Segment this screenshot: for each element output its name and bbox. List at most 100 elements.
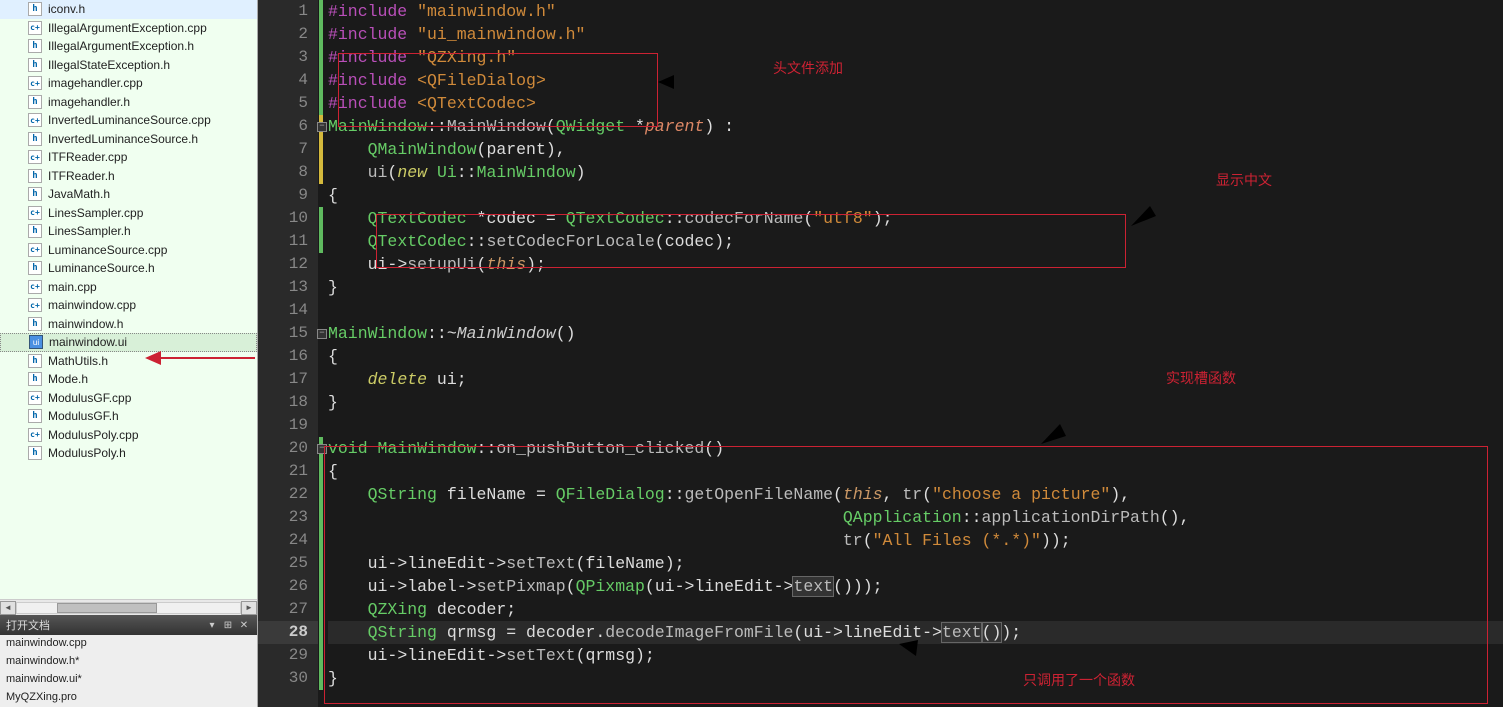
code-area[interactable]: #include "mainwindow.h"#include "ui_main…	[328, 0, 1503, 690]
code-line[interactable]: QTextCodec::setCodecForLocale(codec);	[328, 230, 1503, 253]
line-number[interactable]: 14	[258, 299, 318, 322]
code-line[interactable]: QString qrmsg = decoder.decodeImageFromF…	[328, 621, 1503, 644]
file-item-LinesSampler-cpp[interactable]: c+LinesSampler.cpp	[0, 204, 257, 223]
line-number[interactable]: 3	[258, 46, 318, 69]
file-item-iconv-h[interactable]: hiconv.h	[0, 0, 257, 19]
fold-icon[interactable]	[316, 115, 328, 138]
file-item-ModulusGF-h[interactable]: hModulusGF.h	[0, 407, 257, 426]
scroll-left-arrow[interactable]: ◄	[0, 601, 16, 615]
code-line[interactable]: #include "ui_mainwindow.h"	[328, 23, 1503, 46]
line-number[interactable]: 7	[258, 138, 318, 161]
code-line[interactable]: QMainWindow(parent),	[328, 138, 1503, 161]
code-line[interactable]: #include <QTextCodec>	[328, 92, 1503, 115]
line-number[interactable]: 4	[258, 69, 318, 92]
line-number[interactable]: 10	[258, 207, 318, 230]
code-line[interactable]: delete ui;	[328, 368, 1503, 391]
code-line[interactable]: QTextCodec *codec = QTextCodec::codecFor…	[328, 207, 1503, 230]
code-line[interactable]: ui(new Ui::MainWindow)	[328, 161, 1503, 184]
line-number[interactable]: 21	[258, 460, 318, 483]
code-line[interactable]: }	[328, 276, 1503, 299]
scroll-thumb[interactable]	[57, 603, 157, 613]
close-icon[interactable]: ✕	[237, 618, 251, 632]
file-item-imagehandler-cpp[interactable]: c+imagehandler.cpp	[0, 74, 257, 93]
code-line[interactable]: MainWindow::MainWindow(QWidget *parent) …	[328, 115, 1503, 138]
file-item-InvertedLuminanceSource-cpp[interactable]: c+InvertedLuminanceSource.cpp	[0, 111, 257, 130]
file-item-mainwindow-cpp[interactable]: c+mainwindow.cpp	[0, 296, 257, 315]
file-item-IllegalStateException-h[interactable]: hIllegalStateException.h	[0, 56, 257, 75]
split-icon[interactable]: ⊞	[221, 618, 235, 632]
file-item-IllegalArgumentException-cpp[interactable]: c+IllegalArgumentException.cpp	[0, 19, 257, 38]
line-number[interactable]: 28	[258, 621, 318, 644]
file-item-MathUtils-h[interactable]: hMathUtils.h	[0, 352, 257, 371]
file-item-LinesSampler-h[interactable]: hLinesSampler.h	[0, 222, 257, 241]
file-item-imagehandler-h[interactable]: himagehandler.h	[0, 93, 257, 112]
line-number[interactable]: 16	[258, 345, 318, 368]
line-number[interactable]: 18	[258, 391, 318, 414]
code-line[interactable]	[328, 414, 1503, 437]
code-line[interactable]: ui->setupUi(this);	[328, 253, 1503, 276]
line-number[interactable]: 5	[258, 92, 318, 115]
code-line[interactable]: }	[328, 391, 1503, 414]
line-number[interactable]: 15	[258, 322, 318, 345]
line-number[interactable]: 17	[258, 368, 318, 391]
file-item-InvertedLuminanceSource-h[interactable]: hInvertedLuminanceSource.h	[0, 130, 257, 149]
file-item-IllegalArgumentException-h[interactable]: hIllegalArgumentException.h	[0, 37, 257, 56]
fold-icon[interactable]	[316, 322, 328, 345]
file-item-mainwindow-h[interactable]: hmainwindow.h	[0, 315, 257, 334]
line-number[interactable]: 2	[258, 23, 318, 46]
code-line[interactable]: }	[328, 667, 1503, 690]
code-line[interactable]: {	[328, 460, 1503, 483]
line-number[interactable]: 30	[258, 667, 318, 690]
code-line[interactable]: #include "QZXing.h"	[328, 46, 1503, 69]
open-doc-item[interactable]: mainwindow.h*	[0, 653, 257, 671]
line-number[interactable]: 9	[258, 184, 318, 207]
fold-icon[interactable]	[316, 437, 328, 460]
line-number[interactable]: 8	[258, 161, 318, 184]
line-number[interactable]: 27	[258, 598, 318, 621]
code-line[interactable]: void MainWindow::on_pushButton_clicked()	[328, 437, 1503, 460]
file-item-LuminanceSource-cpp[interactable]: c+LuminanceSource.cpp	[0, 241, 257, 260]
code-editor[interactable]: 1234567891011121314151617181920212223242…	[258, 0, 1503, 707]
code-line[interactable]: ui->lineEdit->setText(fileName);	[328, 552, 1503, 575]
line-gutter[interactable]: 1234567891011121314151617181920212223242…	[258, 0, 318, 707]
file-tree-hscroll[interactable]: ◄ ►	[0, 599, 257, 615]
file-item-Mode-h[interactable]: hMode.h	[0, 370, 257, 389]
file-tree[interactable]: hiconv.hc+IllegalArgumentException.cpphI…	[0, 0, 257, 599]
code-line[interactable]: MainWindow::~MainWindow()	[328, 322, 1503, 345]
file-item-ModulusPoly-h[interactable]: hModulusPoly.h	[0, 444, 257, 463]
chevron-down-icon[interactable]: ▾	[205, 618, 219, 632]
file-item-ITFReader-h[interactable]: hITFReader.h	[0, 167, 257, 186]
file-item-JavaMath-h[interactable]: hJavaMath.h	[0, 185, 257, 204]
code-line[interactable]	[328, 299, 1503, 322]
line-number[interactable]: 24	[258, 529, 318, 552]
file-item-mainwindow-ui[interactable]: uimainwindow.ui	[0, 333, 257, 352]
code-line[interactable]: QString fileName = QFileDialog::getOpenF…	[328, 483, 1503, 506]
line-number[interactable]: 29	[258, 644, 318, 667]
line-number[interactable]: 12	[258, 253, 318, 276]
file-item-LuminanceSource-h[interactable]: hLuminanceSource.h	[0, 259, 257, 278]
line-number[interactable]: 25	[258, 552, 318, 575]
code-line[interactable]: #include <QFileDialog>	[328, 69, 1503, 92]
line-number[interactable]: 6	[258, 115, 318, 138]
line-number[interactable]: 19	[258, 414, 318, 437]
code-line[interactable]: ui->label->setPixmap(QPixmap(ui->lineEdi…	[328, 575, 1503, 598]
file-item-main-cpp[interactable]: c+main.cpp	[0, 278, 257, 297]
line-number[interactable]: 26	[258, 575, 318, 598]
line-number[interactable]: 11	[258, 230, 318, 253]
code-line[interactable]: QApplication::applicationDirPath(),	[328, 506, 1503, 529]
line-number[interactable]: 23	[258, 506, 318, 529]
open-doc-item[interactable]: mainwindow.cpp	[0, 635, 257, 653]
code-line[interactable]: #include "mainwindow.h"	[328, 0, 1503, 23]
code-line[interactable]: ui->lineEdit->setText(qrmsg);	[328, 644, 1503, 667]
code-line[interactable]: tr("All Files (*.*)"));	[328, 529, 1503, 552]
line-number[interactable]: 1	[258, 0, 318, 23]
line-number[interactable]: 13	[258, 276, 318, 299]
code-line[interactable]: QZXing decoder;	[328, 598, 1503, 621]
file-item-ModulusGF-cpp[interactable]: c+ModulusGF.cpp	[0, 389, 257, 408]
file-item-ITFReader-cpp[interactable]: c+ITFReader.cpp	[0, 148, 257, 167]
scroll-right-arrow[interactable]: ►	[241, 601, 257, 615]
line-number[interactable]: 22	[258, 483, 318, 506]
code-line[interactable]: {	[328, 345, 1503, 368]
line-number[interactable]: 20	[258, 437, 318, 460]
open-doc-item[interactable]: MyQZXing.pro	[0, 689, 257, 707]
